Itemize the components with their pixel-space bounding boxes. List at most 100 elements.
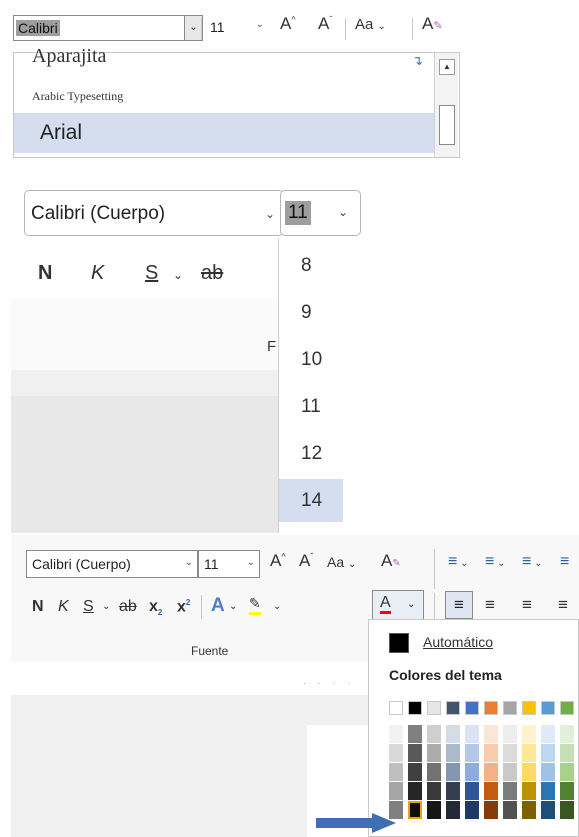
justify-button[interactable]: ≡ xyxy=(558,595,568,615)
shade-color-swatch[interactable] xyxy=(503,801,517,819)
bold-button[interactable]: N xyxy=(38,262,52,285)
font-color-button[interactable]: A ⌄ xyxy=(372,590,424,620)
italic-button[interactable]: K xyxy=(91,262,104,285)
shade-color-swatch[interactable] xyxy=(522,801,536,819)
shade-color-swatch[interactable] xyxy=(484,725,498,743)
shrink-font-button[interactable]: Aˇ xyxy=(299,551,313,571)
scroll-up-icon[interactable]: ▲ xyxy=(439,59,455,75)
chevron-down-icon[interactable]: ⌄ xyxy=(247,557,255,568)
shade-color-swatch[interactable] xyxy=(446,725,460,743)
list-button-partial[interactable]: ≡ xyxy=(560,553,569,571)
font-size-value[interactable]: 11 xyxy=(204,556,219,572)
shade-color-swatch[interactable] xyxy=(427,782,441,800)
shade-color-swatch[interactable] xyxy=(503,763,517,781)
superscript-button[interactable]: x2 xyxy=(177,598,190,616)
shade-color-swatch[interactable] xyxy=(484,763,498,781)
shade-color-swatch[interactable] xyxy=(541,744,555,762)
scrollbar[interactable]: ▲ xyxy=(434,53,458,157)
font-size-option[interactable]: 11 xyxy=(279,385,343,428)
font-item-arabic-typesetting[interactable]: Arabic Typesetting xyxy=(14,89,434,113)
shade-color-swatch[interactable] xyxy=(560,801,574,819)
theme-color-swatch[interactable] xyxy=(389,701,403,715)
shade-color-swatch[interactable] xyxy=(503,744,517,762)
shade-color-swatch[interactable] xyxy=(427,801,441,819)
theme-color-swatch[interactable] xyxy=(560,701,574,715)
shade-color-swatch[interactable] xyxy=(503,782,517,800)
grow-font-button[interactable]: A^ xyxy=(280,14,296,34)
clear-formatting-button[interactable]: A✎ xyxy=(422,14,443,34)
shade-color-swatch[interactable] xyxy=(389,725,403,743)
shade-color-swatch[interactable] xyxy=(408,801,422,819)
font-size-option[interactable]: 10 xyxy=(279,338,343,381)
shade-color-swatch[interactable] xyxy=(560,725,574,743)
shade-color-swatch[interactable] xyxy=(408,725,422,743)
shade-color-swatch[interactable] xyxy=(446,744,460,762)
shade-color-swatch[interactable] xyxy=(560,763,574,781)
clear-formatting-button[interactable]: A✎ xyxy=(381,551,401,571)
italic-button[interactable]: K xyxy=(58,598,69,616)
shade-color-swatch[interactable] xyxy=(484,744,498,762)
shade-color-swatch[interactable] xyxy=(408,782,422,800)
change-case-button[interactable]: Aa ⌄ xyxy=(355,16,386,33)
font-size-option[interactable]: 12 xyxy=(279,432,343,475)
strikethrough-button[interactable]: ab xyxy=(201,262,223,285)
shade-color-swatch[interactable] xyxy=(465,782,479,800)
underline-button[interactable]: S xyxy=(83,598,94,616)
shrink-font-button[interactable]: Aˇ xyxy=(318,14,332,34)
theme-color-swatch[interactable] xyxy=(541,701,555,715)
align-left-button[interactable]: ≡ xyxy=(445,591,473,619)
theme-color-swatch[interactable] xyxy=(446,701,460,715)
shade-color-swatch[interactable] xyxy=(465,744,479,762)
shade-color-swatch[interactable] xyxy=(503,725,517,743)
chevron-down-icon[interactable]: ⌄ xyxy=(185,557,193,568)
font-item-aparajita[interactable]: Aparajita xyxy=(14,45,434,75)
theme-color-swatch[interactable] xyxy=(427,701,441,715)
chevron-down-icon[interactable]: ⌄ xyxy=(229,601,237,612)
font-size-value[interactable]: 11 xyxy=(285,201,311,225)
chevron-down-icon[interactable]: ⌄ xyxy=(256,19,264,30)
align-right-button[interactable]: ≡ xyxy=(522,595,532,615)
shade-color-swatch[interactable] xyxy=(427,744,441,762)
shade-color-swatch[interactable] xyxy=(465,763,479,781)
shade-color-swatch[interactable] xyxy=(446,801,460,819)
font-item-arial[interactable]: Arial xyxy=(14,113,434,153)
chevron-down-icon[interactable]: ⌄ xyxy=(338,205,348,219)
shade-color-swatch[interactable] xyxy=(389,744,403,762)
shade-color-swatch[interactable] xyxy=(446,763,460,781)
chevron-down-icon[interactable]: ⌄ xyxy=(173,268,183,282)
font-name-value[interactable]: Calibri xyxy=(16,20,60,36)
font-size-option[interactable]: 8 xyxy=(279,244,343,287)
change-case-button[interactable]: Aa ⌄ xyxy=(327,554,356,570)
font-name-combobox[interactable]: Calibri ⌄ xyxy=(13,15,203,41)
font-name-value[interactable]: Calibri (Cuerpo) xyxy=(31,203,165,225)
theme-color-swatch[interactable] xyxy=(484,701,498,715)
shade-color-swatch[interactable] xyxy=(408,763,422,781)
shade-color-swatch[interactable] xyxy=(389,782,403,800)
font-name-combobox[interactable]: Calibri (Cuerpo) ⌄ xyxy=(24,190,284,236)
shade-color-swatch[interactable] xyxy=(560,744,574,762)
theme-color-swatch[interactable] xyxy=(408,701,422,715)
shade-color-swatch[interactable] xyxy=(522,782,536,800)
chevron-down-icon[interactable]: ⌄ xyxy=(265,207,275,221)
theme-color-swatch[interactable] xyxy=(522,701,536,715)
bullets-button[interactable]: ≡ ⌄ xyxy=(448,553,469,571)
shade-color-swatch[interactable] xyxy=(522,744,536,762)
shade-color-swatch[interactable] xyxy=(427,763,441,781)
shade-color-swatch[interactable] xyxy=(484,782,498,800)
shade-color-swatch[interactable] xyxy=(560,782,574,800)
strikethrough-button[interactable]: ab xyxy=(119,598,137,616)
underline-button[interactable]: S xyxy=(145,262,158,285)
shade-color-swatch[interactable] xyxy=(541,763,555,781)
numbering-button[interactable]: ≡ ⌄ xyxy=(485,553,506,571)
shade-color-swatch[interactable] xyxy=(541,782,555,800)
shade-color-swatch[interactable] xyxy=(465,725,479,743)
font-size-combobox[interactable]: 11 ⌄ xyxy=(198,550,260,578)
font-size-option[interactable]: 9 xyxy=(279,291,343,334)
theme-color-swatch[interactable] xyxy=(503,701,517,715)
font-size-combobox[interactable]: 11 ⌄ xyxy=(204,15,266,41)
multilevel-list-button[interactable]: ≡ ⌄ xyxy=(522,553,543,571)
shade-color-swatch[interactable] xyxy=(522,725,536,743)
highlight-color-button[interactable]: ✎ xyxy=(249,595,261,615)
scroll-thumb[interactable] xyxy=(439,105,455,145)
automatic-color-item[interactable]: Automático xyxy=(369,626,579,656)
